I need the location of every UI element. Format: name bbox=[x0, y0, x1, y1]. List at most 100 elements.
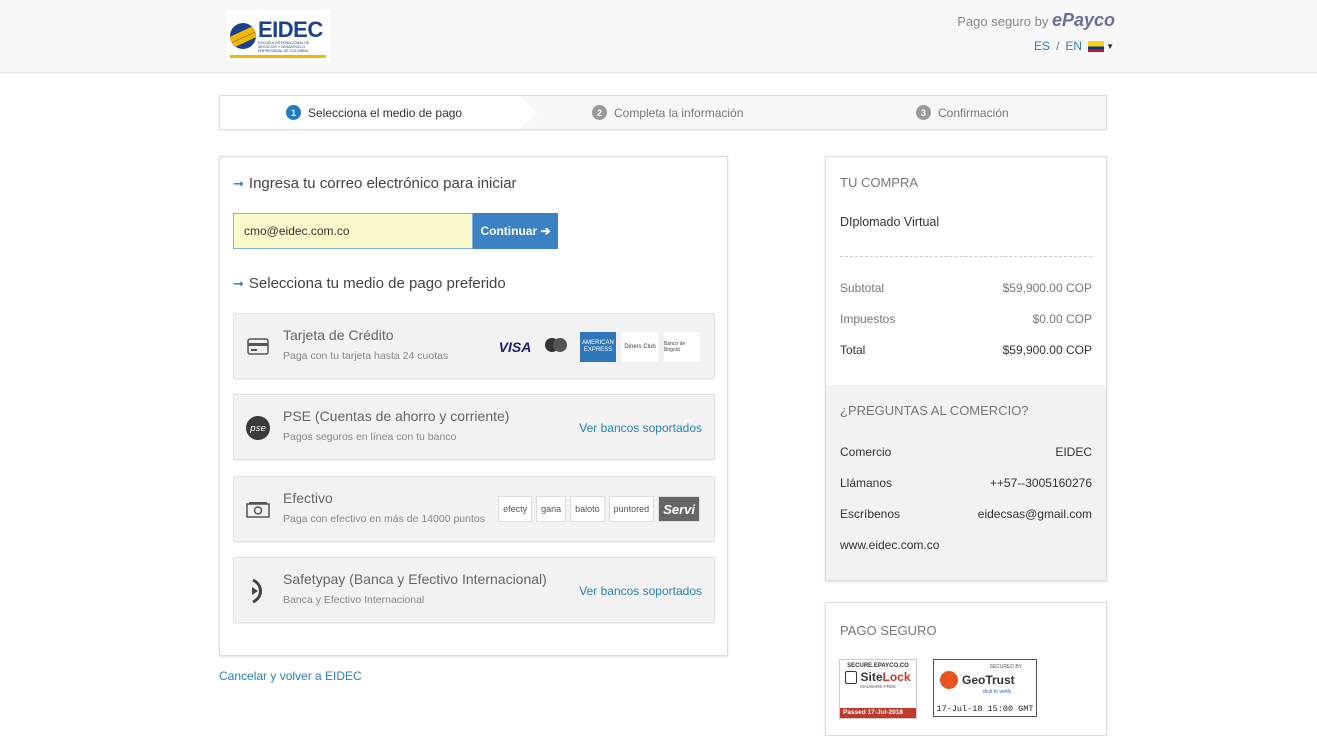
email-row: Escríbenos eidecsas@gmail.com bbox=[840, 507, 1092, 521]
lock-icon bbox=[845, 671, 858, 684]
arrow-right-icon: ➞ bbox=[233, 275, 244, 291]
merchant-questions: ¿PREGUNTAS AL COMERCIO? Comercio EIDEC L… bbox=[826, 385, 1106, 580]
svg-text:pse: pse bbox=[249, 424, 266, 434]
email-section-title: ➞ Ingresa tu correo electrónico para ini… bbox=[233, 175, 517, 192]
visa-logo: VISA bbox=[498, 339, 532, 355]
purchase-summary: TU COMPRA DIplomado Virtual Subtotal $59… bbox=[825, 156, 1107, 581]
step-select-method: 1 Selecciona el medio de pago bbox=[220, 96, 537, 129]
total-value: $59,900.00 COP bbox=[1002, 343, 1092, 357]
sitelock-name: SiteLock bbox=[860, 670, 911, 684]
cancel-return-link[interactable]: Cancelar y volver a EIDEC bbox=[219, 669, 362, 683]
efecty-logo: efecty bbox=[498, 496, 533, 522]
merchant-row: Comercio EIDEC bbox=[840, 445, 1092, 459]
cash-logos: efecty gana baloto puntored Servi bbox=[498, 496, 700, 522]
chevron-down-icon[interactable]: ▼ bbox=[1106, 42, 1114, 51]
website-row: www.eidec.com.co bbox=[840, 538, 1092, 552]
step-number: 3 bbox=[916, 105, 931, 120]
mastercard-logo bbox=[540, 332, 574, 362]
email-title-text: Ingresa tu correo electrónico para inici… bbox=[248, 175, 517, 192]
eidec-logo[interactable]: EIDEC ESCUELA INTERNACIONAL DE NEGOCIOS … bbox=[226, 10, 330, 62]
secure-by-text: Pago seguro by bbox=[957, 14, 1049, 29]
lang-separator: / bbox=[1056, 39, 1060, 53]
secure-payment-panel: PAGO SEGURO SECURE.EPAYCO.CO SiteLock MA… bbox=[825, 602, 1107, 736]
subtotal-value: $59,900.00 COP bbox=[1002, 281, 1092, 295]
step-number: 1 bbox=[286, 105, 301, 120]
method-credit-card[interactable]: Tarjeta de Crédito Paga con tu tarjeta h… bbox=[233, 313, 715, 379]
merchant-value: EIDEC bbox=[1055, 445, 1092, 459]
method-subtitle: Paga con tu tarjeta hasta 24 cuotas bbox=[283, 350, 449, 362]
method-subtitle: Paga con efectivo en más de 14000 puntos bbox=[283, 513, 485, 525]
tax-value: $0.00 COP bbox=[1032, 312, 1092, 326]
step-label: Completa la información bbox=[614, 105, 744, 120]
safetypay-icon bbox=[245, 578, 271, 604]
arrow-right-icon: ➞ bbox=[233, 175, 244, 191]
step-label: Confirmación bbox=[938, 105, 1009, 120]
product-name: DIplomado Virtual bbox=[840, 215, 940, 229]
cash-icon bbox=[245, 497, 271, 523]
sitelock-badge[interactable]: SECURE.EPAYCO.CO SiteLock MALWARE-FREE P… bbox=[839, 659, 917, 719]
sitelock-passed: Passed 17-Jul-2018 bbox=[840, 708, 916, 718]
logo-underline bbox=[230, 55, 326, 58]
secure-title: PAGO SEGURO bbox=[840, 623, 937, 638]
methods-title-text: Selecciona tu medio de pago preferido bbox=[248, 275, 506, 292]
sitelock-domain: SECURE.EPAYCO.CO bbox=[847, 663, 909, 669]
method-title: Efectivo bbox=[283, 490, 333, 506]
divider bbox=[840, 256, 1092, 257]
tax-label: Impuestos bbox=[840, 312, 896, 326]
method-subtitle: Pagos seguros en línea con tu banco bbox=[283, 431, 457, 443]
step-label: Selecciona el medio de pago bbox=[308, 105, 463, 120]
baloto-logo: baloto bbox=[570, 496, 605, 522]
card-logos: VISA AMERICAN EXPRESS Diners Club Banco … bbox=[496, 332, 700, 362]
phone-label: Llámanos bbox=[840, 476, 893, 490]
servi-logo: Servi bbox=[658, 496, 700, 522]
lang-es[interactable]: ES bbox=[1034, 39, 1050, 53]
language-switcher: ES / EN ▼ bbox=[1034, 39, 1114, 53]
geotrust-secured-by: SECURED BY bbox=[989, 664, 1022, 670]
pse-icon: pse bbox=[245, 415, 271, 441]
geotrust-date: 17-Jul-18 15:00 GMT bbox=[936, 704, 1034, 714]
website-value: www.eidec.com.co bbox=[840, 538, 940, 552]
epayco-brand: ePayco bbox=[1051, 10, 1115, 30]
method-subtitle: Banca y Efectivo Internacional bbox=[283, 594, 425, 606]
checkout-steps: 1 Selecciona el medio de pago 2 Completa… bbox=[219, 95, 1107, 130]
pse-supported-banks-link[interactable]: Ver bancos soportados bbox=[579, 421, 702, 435]
questions-title: ¿PREGUNTAS AL COMERCIO? bbox=[840, 403, 1029, 418]
step-number: 2 bbox=[592, 105, 607, 120]
step-confirmation: 3 Confirmación bbox=[916, 96, 1009, 129]
banco-bogota-logo: Banco de Bogotá bbox=[664, 332, 700, 362]
secure-by-epayco: Pago seguro by ePayco bbox=[957, 10, 1115, 31]
continue-button[interactable]: Continuar ➔ bbox=[473, 213, 558, 249]
merchant-label: Comercio bbox=[840, 445, 892, 459]
payment-panel: ➞ Ingresa tu correo electrónico para ini… bbox=[219, 156, 728, 656]
tax-row: Impuestos $0.00 COP bbox=[840, 312, 1092, 326]
top-header: EIDEC ESCUELA INTERNACIONAL DE NEGOCIOS … bbox=[0, 0, 1317, 73]
subtotal-row: Subtotal $59,900.00 COP bbox=[840, 281, 1092, 295]
amex-logo: AMERICAN EXPRESS bbox=[580, 332, 616, 362]
logo-subtitle: ESCUELA INTERNACIONAL DE NEGOCIOS Y DESA… bbox=[258, 41, 310, 53]
phone-value: ++57--3005160276 bbox=[989, 476, 1092, 490]
geotrust-click: click to verify bbox=[982, 689, 1012, 695]
globe-icon bbox=[230, 23, 256, 49]
subtotal-label: Subtotal bbox=[840, 281, 885, 295]
method-title: Tarjeta de Crédito bbox=[283, 327, 394, 343]
geotrust-badge[interactable]: SECURED BY GeoTrust click to verify 17-J… bbox=[933, 659, 1037, 717]
method-title: Safetypay (Banca y Efectivo Internaciona… bbox=[283, 571, 547, 587]
phone-row: Llámanos ++57--3005160276 bbox=[840, 476, 1092, 490]
method-cash[interactable]: Efectivo Paga con efectivo en más de 140… bbox=[233, 476, 715, 542]
lang-en[interactable]: EN bbox=[1065, 39, 1082, 53]
colombia-flag-icon[interactable] bbox=[1088, 40, 1105, 52]
safetypay-supported-banks-link[interactable]: Ver bancos soportados bbox=[579, 584, 702, 598]
logo-name: EIDEC bbox=[258, 17, 323, 42]
puntored-logo: puntored bbox=[608, 496, 655, 522]
diners-club-logo: Diners Club bbox=[622, 332, 658, 362]
method-pse[interactable]: pse PSE (Cuentas de ahorro y corriente) … bbox=[233, 394, 715, 460]
geotrust-name: GeoTrust bbox=[962, 673, 1015, 687]
methods-section-title: ➞ Selecciona tu medio de pago preferido bbox=[233, 275, 506, 292]
sitelock-sub: MALWARE-FREE bbox=[860, 684, 896, 689]
credit-card-icon bbox=[245, 334, 271, 360]
total-label: Total bbox=[840, 343, 866, 357]
method-title: PSE (Cuentas de ahorro y corriente) bbox=[283, 408, 510, 424]
email-input[interactable] bbox=[233, 213, 473, 249]
email-label: Escríbenos bbox=[840, 507, 901, 521]
method-safetypay[interactable]: Safetypay (Banca y Efectivo Internaciona… bbox=[233, 557, 715, 623]
